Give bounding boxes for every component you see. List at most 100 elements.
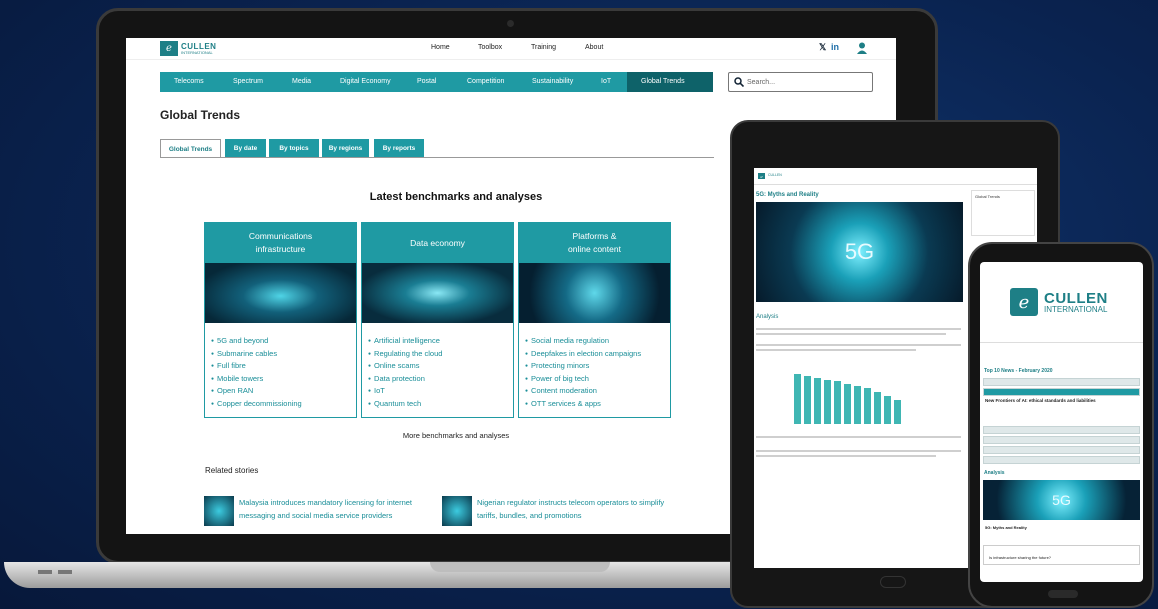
cat-digital-economy[interactable]: Digital Economy — [340, 78, 391, 85]
card-link[interactable]: OTT services & apps — [525, 398, 670, 411]
card-link[interactable]: Mobile towers — [211, 373, 356, 386]
search-icon — [734, 77, 744, 87]
cat-media[interactable]: Media — [292, 78, 311, 85]
cat-sustainability[interactable]: Sustainability — [532, 78, 573, 85]
story-thumbnail — [204, 496, 234, 526]
card-link[interactable]: Protecting minors — [525, 360, 670, 373]
card-link[interactable]: Content moderation — [525, 385, 670, 398]
linkedin-icon[interactable]: in — [831, 42, 839, 52]
category-nav: Telecoms Spectrum Media Digital Economy … — [160, 72, 713, 92]
text-line — [756, 344, 961, 346]
divider — [980, 342, 1143, 343]
card-link[interactable]: Open RAN — [211, 385, 356, 398]
cat-competition[interactable]: Competition — [467, 78, 504, 85]
top-navbar: e CULLEN INTERNATIONAL Home Toolbox Trai… — [126, 38, 896, 60]
phone-logo-bottom: INTERNATIONAL — [1044, 304, 1108, 314]
card-communications: Communications infrastructure 5G and bey… — [204, 222, 357, 418]
divider — [754, 184, 1037, 185]
card-title[interactable]: Communications infrastructure — [205, 223, 356, 263]
accordion-row[interactable] — [983, 378, 1140, 386]
card-link[interactable]: 5G and beyond — [211, 335, 356, 348]
card-title[interactable]: Platforms & online content — [519, 223, 670, 263]
tab-global-trends[interactable]: Global Trends — [160, 139, 221, 158]
card-data-economy: Data economy Artificial intelligence Reg… — [361, 222, 514, 418]
card-image — [362, 263, 513, 323]
accordion-row[interactable] — [983, 446, 1140, 454]
tablet-sidebar-title: Global Trends — [975, 194, 1000, 199]
text-line — [756, 450, 961, 452]
more-link[interactable]: More benchmarks and analyses — [126, 431, 746, 440]
phone-home-indicator — [1048, 590, 1078, 598]
section-heading: Latest benchmarks and analyses — [369, 191, 543, 203]
text-line — [756, 333, 946, 335]
story-link[interactable]: Malaysia introduces mandatory licensing … — [239, 496, 439, 526]
text-line — [756, 349, 916, 351]
search-placeholder: Search... — [747, 79, 776, 86]
nav-home[interactable]: Home — [431, 44, 450, 51]
phone-headline[interactable]: New Frontiers of AI: ethical standards a… — [985, 398, 1135, 403]
tablet-section-title: Analysis — [756, 314, 779, 320]
phone-top10-title: Top 10 News - February 2020 — [984, 368, 1053, 374]
text-line — [756, 328, 961, 330]
phone-screen: e CULLEN INTERNATIONAL Top 10 News - Feb… — [980, 262, 1143, 582]
tablet-home-button — [880, 576, 906, 588]
phone-logo-top: CULLEN — [1044, 289, 1108, 307]
cat-global-trends-active[interactable]: Global Trends — [627, 72, 713, 92]
text-line — [756, 455, 936, 457]
phone-teaser-card[interactable]: Is infrastructure sharing the future? — [983, 545, 1140, 565]
tab-by-reports[interactable]: By reports — [374, 139, 424, 158]
story-item[interactable]: Nigerian regulator instructs telecom ope… — [442, 496, 677, 526]
accordion-row[interactable] — [983, 436, 1140, 444]
story-thumbnail — [442, 496, 472, 526]
cat-spectrum[interactable]: Spectrum — [233, 78, 263, 85]
card-link[interactable]: Submarine cables — [211, 348, 356, 361]
cat-global-trends: Global Trends — [641, 78, 685, 85]
accordion-row[interactable] — [983, 456, 1140, 464]
card-link[interactable]: Full fibre — [211, 360, 356, 373]
related-heading: Related stories — [205, 466, 259, 475]
search-input[interactable]: Search... — [728, 72, 873, 92]
card-link[interactable]: IoT — [368, 385, 513, 398]
nav-training[interactable]: Training — [531, 44, 556, 51]
phone-teaser: Is infrastructure sharing the future? — [989, 555, 1052, 560]
card-link[interactable]: Artificial intelligence — [368, 335, 513, 348]
logo-mark-icon: e — [758, 173, 765, 179]
user-icon[interactable] — [857, 42, 867, 54]
phone-splash-logo: e CULLEN INTERNATIONAL — [1010, 288, 1108, 316]
cat-telecoms[interactable]: Telecoms — [174, 78, 204, 85]
card-platforms: Platforms & online content Social media … — [518, 222, 671, 418]
accordion-row-open[interactable] — [983, 388, 1140, 396]
tablet-bar-chart — [794, 374, 901, 424]
tab-by-date[interactable]: By date — [225, 139, 266, 158]
accordion-row[interactable] — [983, 426, 1140, 434]
site-logo[interactable]: e CULLEN INTERNATIONAL — [160, 41, 216, 56]
cat-postal[interactable]: Postal — [417, 78, 436, 85]
tab-by-regions[interactable]: By regions — [322, 139, 369, 158]
card-link[interactable]: Regulating the cloud — [368, 348, 513, 361]
nav-toolbox[interactable]: Toolbox — [478, 44, 502, 51]
card-title[interactable]: Data economy — [362, 223, 513, 263]
tablet-logo: e CULLEN — [758, 173, 782, 179]
card-link[interactable]: Quantum tech — [368, 398, 513, 411]
card-link[interactable]: Online scams — [368, 360, 513, 373]
phone-section-title: Analysis — [984, 470, 1005, 476]
x-icon[interactable]: 𝕏 — [819, 42, 826, 53]
tab-by-topics[interactable]: By topics — [269, 139, 319, 158]
cat-iot[interactable]: IoT — [601, 78, 611, 85]
story-link[interactable]: Nigerian regulator instructs telecom ope… — [477, 496, 677, 526]
phone-hero-text: 5G — [1052, 492, 1071, 508]
tablet-article-title: 5G: Myths and Reality — [756, 192, 819, 198]
logo-mark-icon: e — [1010, 288, 1038, 316]
text-line — [756, 436, 961, 438]
card-link[interactable]: Copper decommissioning — [211, 398, 356, 411]
card-link[interactable]: Social media regulation — [525, 335, 670, 348]
card-image — [205, 263, 356, 323]
card-link[interactable]: Power of big tech — [525, 373, 670, 386]
card-link[interactable]: Data protection — [368, 373, 513, 386]
phone-caption[interactable]: 5G: Myths and Reality — [985, 525, 1027, 530]
card-link[interactable]: Deepfakes in election campaigns — [525, 348, 670, 361]
tab-underline — [160, 157, 714, 158]
nav-about[interactable]: About — [585, 44, 603, 51]
laptop-notch — [430, 562, 610, 572]
story-item[interactable]: Malaysia introduces mandatory licensing … — [204, 496, 439, 526]
